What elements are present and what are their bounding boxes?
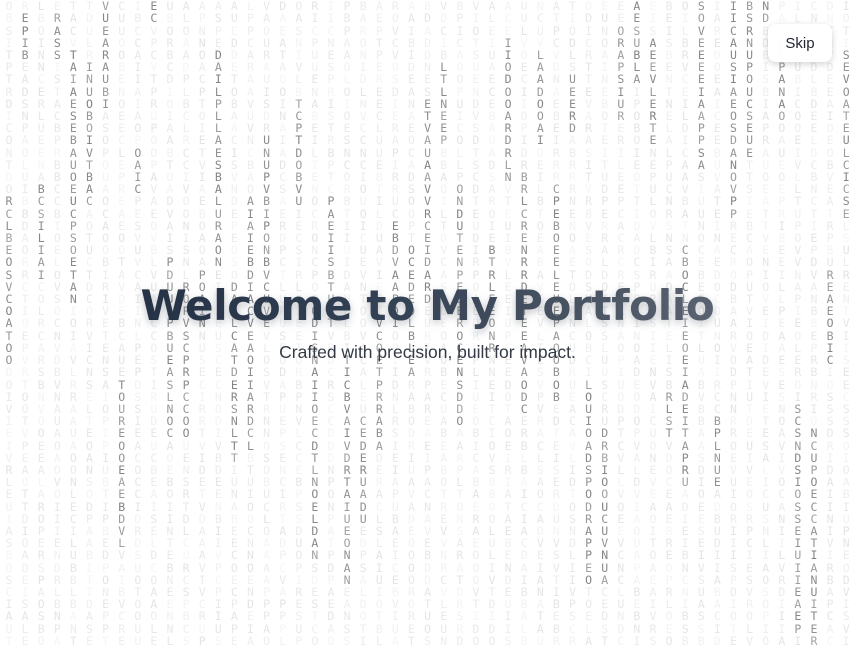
- hero-title: Welcome to My Portfolio: [0, 276, 855, 336]
- skip-button[interactable]: Skip: [768, 24, 832, 62]
- hero-subtitle: Crafted with precision, built for impact…: [279, 342, 576, 362]
- intro-screen: COBSITPTRDICONTDORCLBEOSVCOATOOOOIVIEIVR…: [0, 0, 855, 647]
- hero: Welcome to My Portfolio Crafted with pre…: [0, 276, 855, 363]
